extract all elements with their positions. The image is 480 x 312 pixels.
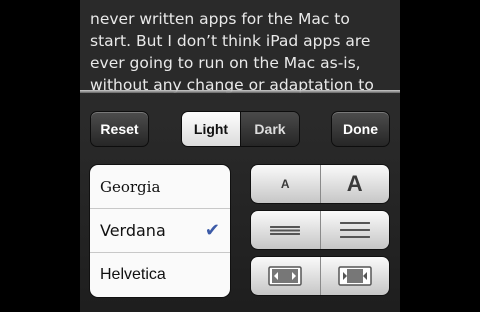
line-spacing-tight-button[interactable] bbox=[251, 211, 320, 249]
font-option-verdana[interactable]: Verdana ✔ bbox=[90, 209, 230, 253]
done-button[interactable]: Done bbox=[331, 111, 390, 147]
font-option-georgia[interactable]: Georgia bbox=[90, 165, 230, 209]
small-a-icon: A bbox=[280, 177, 290, 191]
margin-wide-button[interactable] bbox=[251, 257, 320, 295]
line-spacing-control bbox=[250, 210, 390, 250]
font-list: Georgia Verdana ✔ Helvetica bbox=[89, 164, 231, 298]
decrease-text-size-button[interactable]: A bbox=[251, 165, 320, 203]
margin-narrow-icon bbox=[338, 266, 372, 286]
font-option-helvetica[interactable]: Helvetica bbox=[90, 253, 230, 297]
article-line: never written apps for the Mac to bbox=[90, 10, 350, 28]
margin-wide-icon bbox=[268, 266, 302, 286]
font-option-label: Helvetica bbox=[100, 266, 166, 283]
line-spacing-loose-icon bbox=[339, 222, 370, 238]
margin-narrow-button[interactable] bbox=[319, 257, 389, 295]
checkmark-icon: ✔ bbox=[204, 220, 220, 241]
text-size-control: A A bbox=[250, 164, 390, 204]
article-line: ever going to run on the Mac as-is, bbox=[90, 54, 361, 72]
font-option-label: Verdana bbox=[100, 221, 166, 240]
increase-text-size-button[interactable]: A bbox=[319, 165, 389, 203]
theme-segmented-control: Light Dark bbox=[181, 111, 300, 147]
line-spacing-tight-icon bbox=[270, 226, 301, 235]
reset-button[interactable]: Reset bbox=[90, 111, 149, 147]
large-a-icon: A bbox=[346, 171, 363, 196]
line-spacing-loose-button[interactable] bbox=[319, 211, 389, 249]
theme-light-button[interactable]: Light bbox=[182, 112, 240, 146]
theme-dark-button[interactable]: Dark bbox=[240, 112, 299, 146]
article-paragraph: never written apps for the Mac to start.… bbox=[90, 8, 390, 96]
font-option-label: Georgia bbox=[100, 177, 161, 196]
article-line: start. But I don’t think iPad apps are bbox=[90, 32, 371, 50]
margin-control bbox=[250, 256, 390, 296]
